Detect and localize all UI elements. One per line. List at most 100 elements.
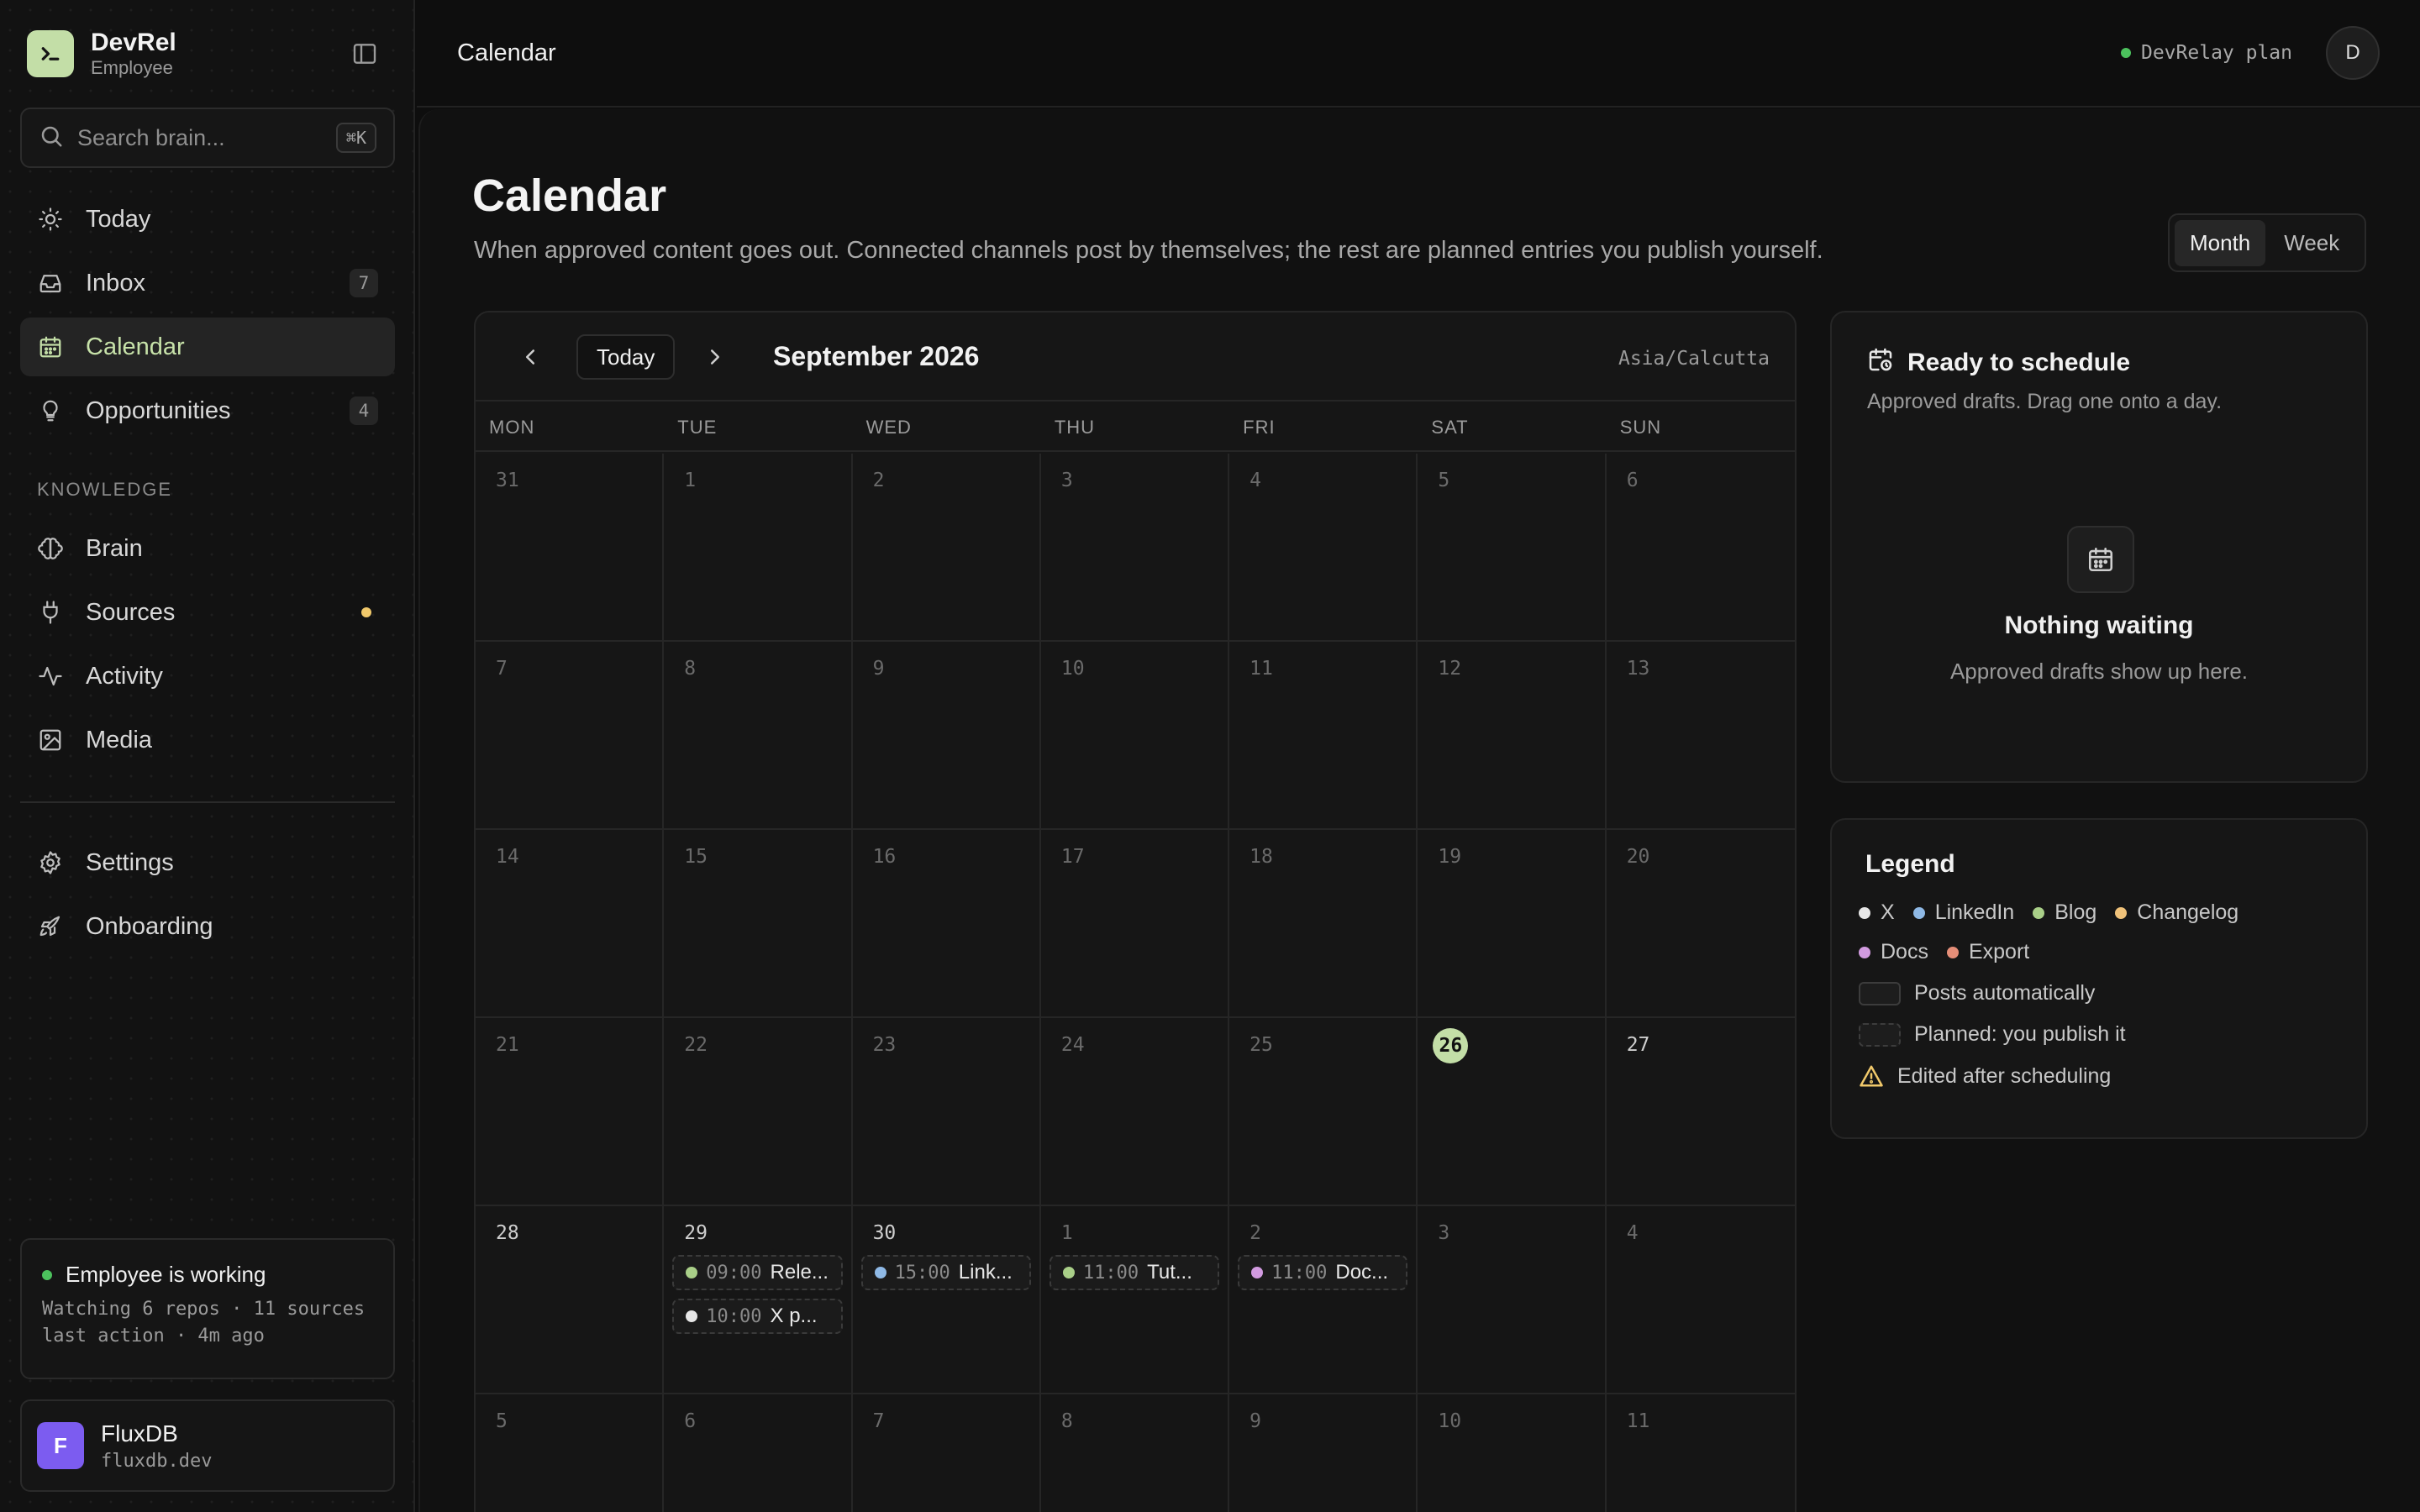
calendar-day[interactable]: 3	[1418, 1206, 1607, 1393]
calendar-day[interactable]: 16	[853, 830, 1041, 1016]
calendar-day[interactable]: 17	[1041, 830, 1230, 1016]
legend-item-x: X	[1859, 900, 1895, 925]
sidebar-item-sources[interactable]: Sources	[20, 583, 395, 642]
dashed-swatch	[1859, 1022, 1901, 1047]
calendar-day[interactable]: 5	[476, 1394, 665, 1512]
calendar-day[interactable]: 30 15:00 Link...	[853, 1206, 1041, 1393]
calendar-day[interactable]: 2 11:00 Doc...	[1229, 1206, 1418, 1393]
calendar-day[interactable]: 12	[1418, 642, 1607, 828]
chevron-left-icon[interactable]	[518, 344, 543, 370]
sidebar-item-brain[interactable]: Brain	[20, 519, 395, 578]
scheduled-post[interactable]: 11:00 Doc...	[1238, 1255, 1408, 1290]
calendar-day[interactable]: 14	[476, 830, 665, 1016]
today-button[interactable]: Today	[576, 334, 676, 380]
weekday-wed: WED	[865, 417, 912, 438]
legend-channels: Docs Export	[1859, 940, 2339, 964]
sidebar-item-media[interactable]: Media	[20, 711, 395, 769]
post-title: X p...	[770, 1305, 818, 1327]
calendar-day[interactable]: 2	[853, 454, 1041, 640]
calendar-day[interactable]: 20	[1607, 830, 1795, 1016]
ready-subtitle: Approved drafts. Drag one onto a day.	[1867, 390, 2223, 413]
sidebar-item-today[interactable]: Today	[20, 190, 395, 249]
calendar-day[interactable]: 6	[1607, 454, 1795, 640]
sidebar-item-label: Today	[86, 205, 151, 233]
calendar-day[interactable]: 28	[476, 1206, 665, 1393]
day-number: 6	[684, 1410, 697, 1432]
calendar-day[interactable]: 8	[664, 642, 853, 828]
calendar-day[interactable]: 15	[664, 830, 853, 1016]
view-week-button[interactable]: Week	[2269, 220, 2354, 266]
sidebar-toggle-icon[interactable]	[351, 40, 378, 67]
month-label: September 2026	[773, 341, 980, 371]
calendar-day[interactable]: 3	[1041, 454, 1230, 640]
sidebar-item-inbox[interactable]: Inbox 7	[20, 254, 395, 312]
calendar-day[interactable]: 29 09:00 Rele... 10:00 X p...	[664, 1206, 853, 1393]
calendar-day[interactable]: 1 11:00 Tut...	[1040, 1206, 1230, 1393]
calendar-day[interactable]: 21	[476, 1018, 665, 1205]
calendar-day[interactable]: 8	[1040, 1394, 1230, 1512]
day-number: 1	[1060, 1222, 1073, 1244]
day-number: 3	[1060, 470, 1073, 491]
calendar-day[interactable]: 13	[1607, 642, 1795, 828]
calendar-day[interactable]: 18	[1229, 830, 1418, 1016]
legend-item-changelog: Changelog	[2115, 900, 2238, 925]
search-placeholder: Search brain...	[77, 124, 225, 150]
sidebar-item-calendar[interactable]: Calendar	[20, 318, 395, 376]
calendar-day[interactable]: 23	[853, 1018, 1041, 1205]
scheduled-post[interactable]: 09:00 Rele...	[672, 1255, 843, 1290]
calendar-day[interactable]: 4	[1229, 454, 1418, 640]
calendar-day[interactable]: 11	[1606, 1394, 1795, 1512]
calendar-day[interactable]: 7	[476, 642, 665, 828]
plug-icon	[37, 599, 64, 626]
day-number: 13	[1626, 658, 1650, 680]
sidebar-item-settings[interactable]: Settings	[20, 833, 395, 892]
scheduled-post[interactable]: 15:00 Link...	[860, 1255, 1031, 1290]
calendar-day[interactable]: 6	[664, 1394, 853, 1512]
day-number: 10	[1438, 1410, 1462, 1432]
day-number: 19	[1438, 846, 1462, 868]
calendar-day[interactable]: 22	[664, 1018, 853, 1205]
legend-item-docs: Docs	[1859, 940, 1928, 964]
calendar-day[interactable]: 4	[1606, 1206, 1795, 1393]
scheduled-post[interactable]: 11:00 Tut...	[1049, 1255, 1220, 1290]
legend-edited: Edited after scheduling	[1859, 1063, 2339, 1089]
calendar-day[interactable]: 27	[1607, 1018, 1795, 1205]
calendar-day[interactable]: 9	[853, 642, 1041, 828]
channel-dot	[1946, 946, 1959, 958]
view-month-button[interactable]: Month	[2175, 219, 2266, 266]
status-last-action: last action · 4m ago	[42, 1326, 265, 1347]
calendar-day[interactable]: 25	[1229, 1018, 1418, 1205]
scheduled-post[interactable]: 10:00 X p...	[672, 1299, 843, 1334]
calendar-day[interactable]: 31	[476, 454, 665, 640]
calendar-day[interactable]: 10	[1041, 642, 1230, 828]
workspace-name: FluxDB	[101, 1420, 178, 1446]
legend-edited-label: Edited after scheduling	[1897, 1063, 2112, 1088]
calendar-day[interactable]: 7	[852, 1394, 1041, 1512]
sidebar-item-activity[interactable]: Activity	[20, 647, 395, 706]
workspace-switcher[interactable]: F FluxDB fluxdb.dev	[20, 1399, 395, 1492]
post-title: Tut...	[1147, 1261, 1192, 1284]
legend-label: Changelog	[2137, 900, 2239, 924]
chevron-right-icon[interactable]	[702, 344, 728, 370]
calendar-day[interactable]: 11	[1229, 642, 1418, 828]
day-number: 12	[1438, 658, 1462, 680]
calendar-day[interactable]: 24	[1041, 1018, 1230, 1205]
image-icon	[37, 727, 64, 753]
calendar-day[interactable]: 5	[1418, 454, 1607, 640]
brand[interactable]: DevRel Employee	[27, 29, 176, 79]
day-number: 8	[684, 658, 697, 680]
calendar-day[interactable]: 10	[1418, 1394, 1607, 1512]
calendar-day[interactable]: 9	[1229, 1394, 1418, 1512]
search-input[interactable]: Search brain... ⌘K	[20, 108, 395, 168]
plan-indicator[interactable]: DevRelay plan	[2120, 42, 2292, 64]
day-number: 4	[1249, 470, 1261, 491]
user-avatar[interactable]: D	[2326, 26, 2380, 80]
calendar-day[interactable]: 19	[1418, 830, 1607, 1016]
calendar-day-today[interactable]: 26	[1418, 1018, 1607, 1205]
legend-label: Export	[1968, 940, 2030, 963]
calendar-grid: 31 1 2 3 4 5 6 7 8 9 10 11 12 13 14 15 16 17 18 19 20 21 22 23 2…	[476, 454, 1795, 1512]
channel-dot	[1912, 906, 1925, 919]
calendar-day[interactable]: 1	[664, 454, 853, 640]
sidebar-item-onboarding[interactable]: Onboarding	[20, 897, 395, 956]
sidebar-item-opportunities[interactable]: Opportunities 4	[20, 381, 395, 440]
